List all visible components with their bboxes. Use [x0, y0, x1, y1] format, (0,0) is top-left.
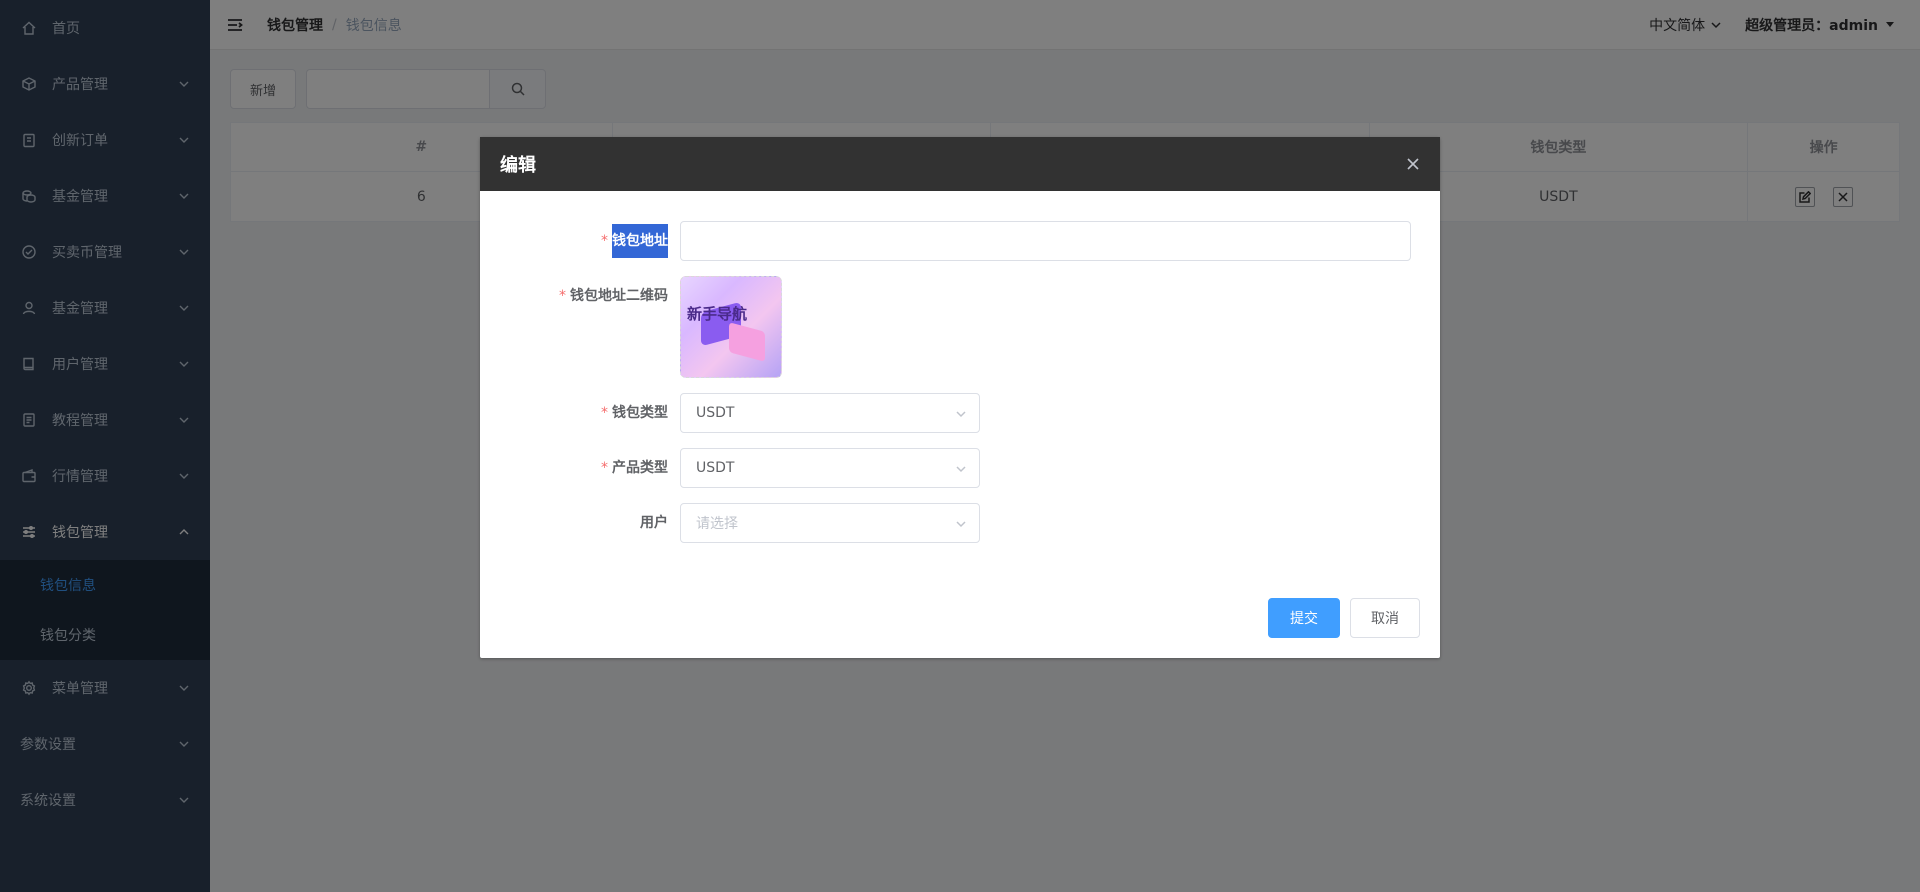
close-icon[interactable]	[1406, 157, 1420, 171]
user-label: 用户	[640, 515, 668, 531]
form-label: * 钱包地址二维码	[500, 276, 680, 316]
wallet-type-label: 钱包类型	[612, 405, 668, 421]
chevron-down-icon	[956, 521, 966, 528]
submit-button[interactable]: 提交	[1268, 598, 1340, 638]
form-label: 用户	[500, 503, 680, 543]
select-value: USDT	[696, 460, 735, 476]
form-row-user: 用户 请选择	[500, 503, 1420, 543]
product-type-label: 产品类型	[612, 460, 668, 476]
required-mark: *	[559, 288, 566, 304]
required-mark: *	[601, 233, 608, 249]
wallet-type-select[interactable]: USDT	[680, 393, 980, 433]
dialog-header: 编辑	[480, 137, 1440, 191]
form-row-address: * 钱包地址	[500, 221, 1420, 261]
dialog-footer: 提交 取消	[1268, 598, 1420, 638]
qr-label: 钱包地址二维码	[570, 288, 668, 304]
chevron-down-icon	[956, 466, 966, 473]
required-mark: *	[601, 460, 608, 476]
select-value: USDT	[696, 405, 735, 421]
form-row-wallet-type: * 钱包类型 USDT	[500, 393, 1420, 433]
dialog-body: * 钱包地址 * 钱包地址二维码 新手导航 * 钱包类型 USDT * 产品类型 USD…	[480, 191, 1440, 543]
form-row-product-type: * 产品类型 USDT	[500, 448, 1420, 488]
product-type-select[interactable]: USDT	[680, 448, 980, 488]
required-mark: *	[601, 405, 608, 421]
cancel-button[interactable]: 取消	[1350, 598, 1420, 638]
address-label: 钱包地址	[612, 224, 668, 258]
form-label: * 钱包类型	[500, 393, 680, 433]
qr-upload-image[interactable]: 新手导航	[680, 276, 782, 378]
form-label: * 产品类型	[500, 448, 680, 488]
wallet-address-input[interactable]	[680, 221, 1411, 261]
select-placeholder: 请选择	[696, 516, 738, 532]
chevron-down-icon	[956, 411, 966, 418]
dialog-title: 编辑	[500, 155, 536, 176]
qr-image-text: 新手导航	[687, 305, 748, 323]
edit-dialog: 编辑 * 钱包地址 * 钱包地址二维码 新手导航 * 钱包类型 USDT * 产品类型	[480, 137, 1440, 658]
form-row-qr: * 钱包地址二维码 新手导航	[500, 276, 1420, 378]
form-label: * 钱包地址	[500, 221, 680, 261]
qr-image-shape	[729, 322, 765, 362]
user-select[interactable]: 请选择	[680, 503, 980, 543]
